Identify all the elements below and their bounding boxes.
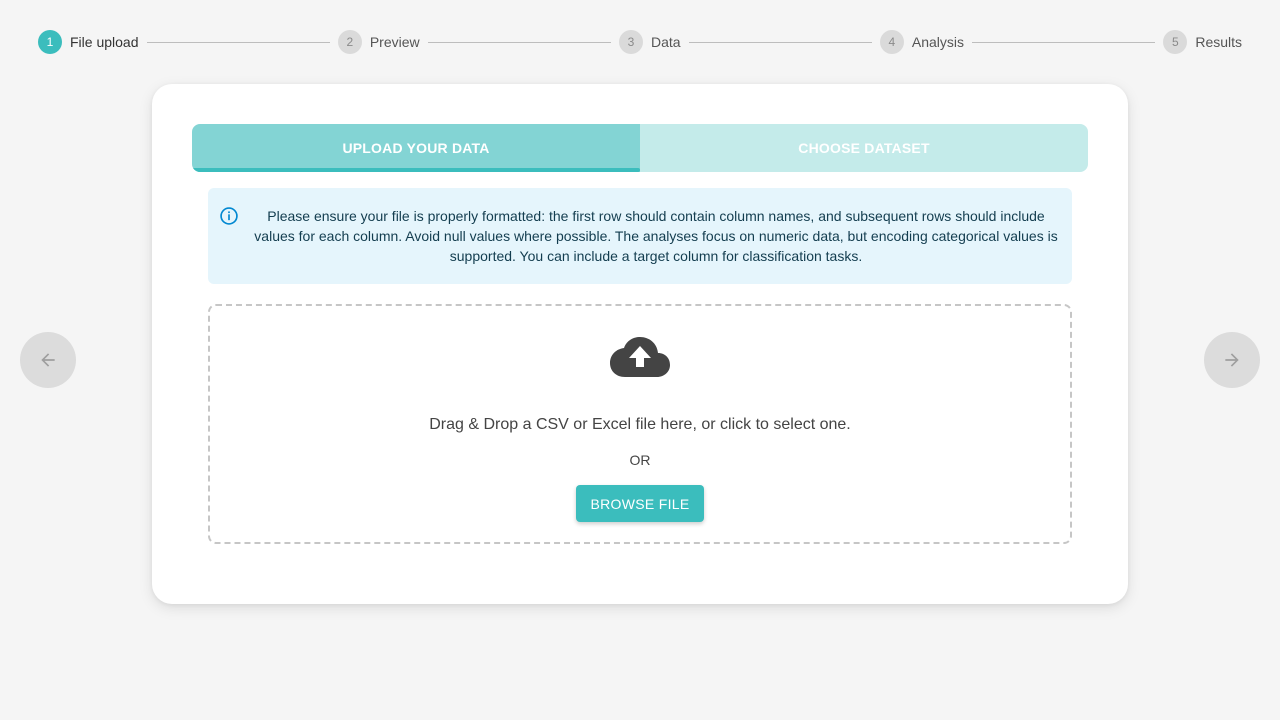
file-dropzone[interactable]: Drag & Drop a CSV or Excel file here, or… (208, 304, 1072, 544)
info-icon (220, 207, 238, 225)
upload-card: UPLOAD YOUR DATA CHOOSE DATASET Please e… (152, 84, 1128, 604)
browse-file-button[interactable]: BROWSE FILE (576, 485, 704, 522)
step-file-upload[interactable]: 1 File upload (38, 30, 139, 54)
source-tabs: UPLOAD YOUR DATA CHOOSE DATASET (192, 124, 1088, 172)
next-button[interactable] (1204, 332, 1260, 388)
step-label: File upload (70, 34, 139, 50)
arrow-left-icon (41, 353, 55, 367)
step-number: 4 (879, 30, 904, 54)
tab-choose-dataset[interactable]: CHOOSE DATASET (640, 124, 1088, 172)
or-divider-text: OR (629, 452, 651, 468)
step-label: Preview (369, 34, 420, 50)
step-connector (427, 41, 611, 43)
previous-button[interactable] (20, 332, 76, 388)
step-data[interactable]: 3 Data (618, 30, 681, 54)
step-number: 2 (337, 30, 362, 54)
step-analysis[interactable]: 4 Analysis (879, 30, 964, 54)
step-label: Analysis (911, 34, 964, 50)
tab-upload-your-data[interactable]: UPLOAD YOUR DATA (192, 124, 640, 172)
step-connector (972, 41, 1156, 43)
step-results[interactable]: 5 Results (1163, 30, 1242, 54)
cloud-upload-icon (610, 337, 670, 377)
step-number: 1 (38, 30, 62, 54)
step-number: 3 (618, 30, 643, 54)
step-label: Data (650, 34, 681, 50)
arrow-right-icon (1225, 353, 1239, 367)
step-number: 5 (1163, 30, 1188, 54)
info-alert-text: Please ensure your file is properly form… (254, 208, 1058, 264)
step-label: Results (1195, 34, 1243, 50)
page: 1 File upload 2 Preview 3 Data 4 Analysi… (0, 0, 1280, 720)
step-connector (146, 41, 330, 43)
stepper: 1 File upload 2 Preview 3 Data 4 Analysi… (38, 30, 1242, 54)
info-alert: Please ensure your file is properly form… (208, 188, 1072, 284)
step-connector (688, 41, 872, 43)
step-preview[interactable]: 2 Preview (337, 30, 420, 54)
dropzone-instruction: Drag & Drop a CSV or Excel file here, or… (429, 416, 851, 433)
